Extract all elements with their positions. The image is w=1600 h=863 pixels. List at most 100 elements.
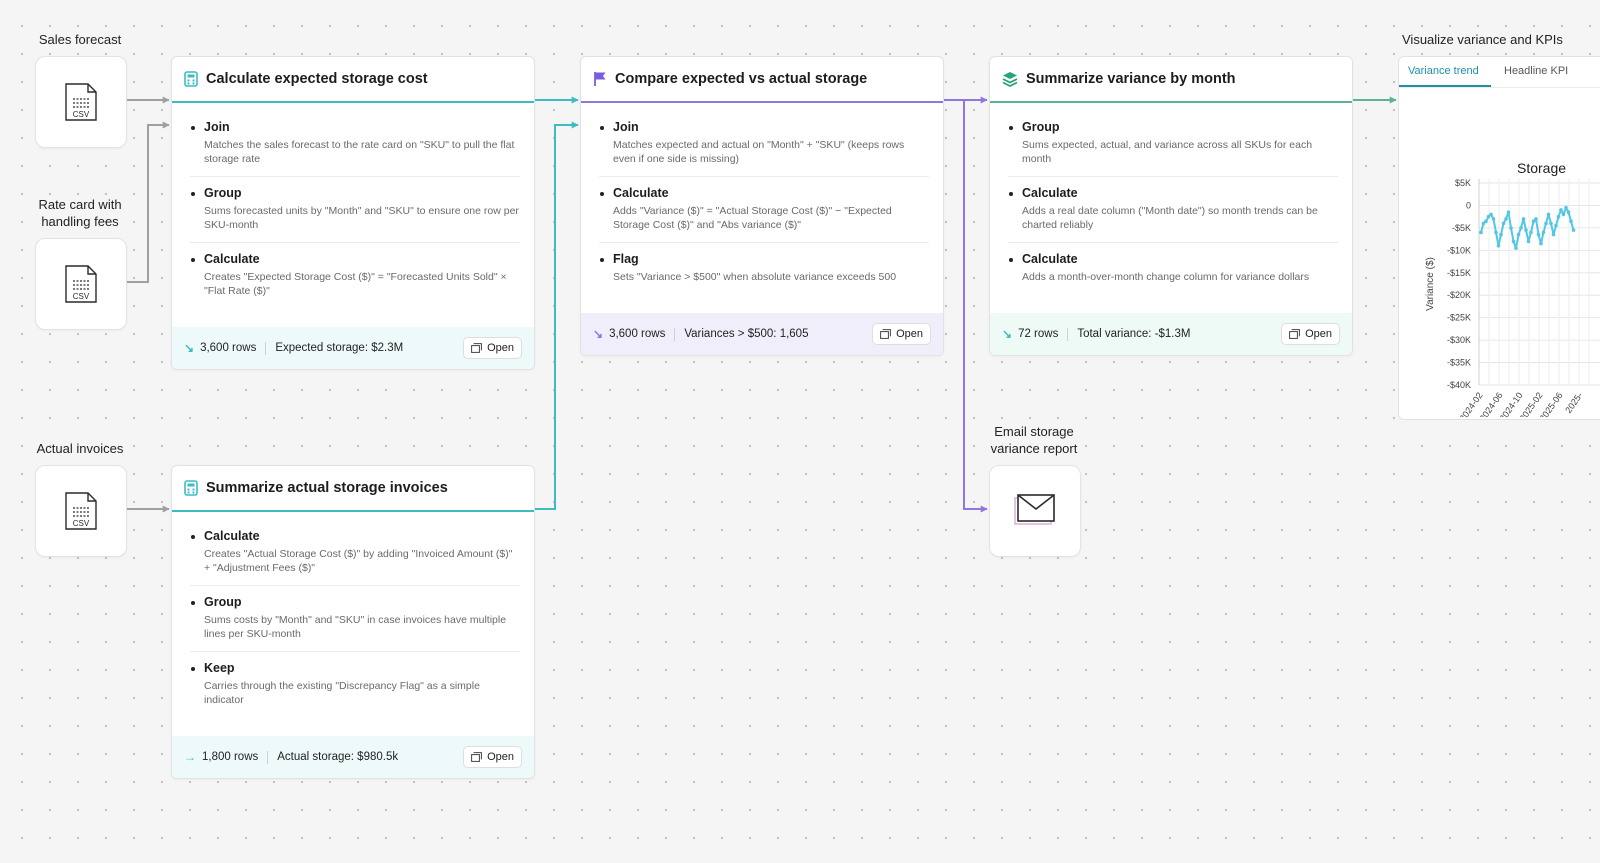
calculator-icon [184,480,198,496]
viz-panel[interactable]: Variance trend Headline KPI Storage Varia… [1398,56,1600,420]
data-point [1499,232,1503,237]
data-point [1541,230,1546,235]
data-point [1514,246,1518,250]
step-group: Group Sums costs by "Month" and "SKU" in … [190,586,520,652]
card-compare-storage[interactable]: Compare expected vs actual storage Join M… [580,56,944,356]
step-join: Join Matches expected and actual on "Mont… [599,111,929,177]
csv-file-icon: CSV [65,265,97,303]
variance-chart: Storage Variance ($) $5K 0 -$5K -$10K -$15K -$2… [1425,160,1600,417]
step-join: Join Matches the sales forecast to the ra… [190,111,520,177]
calculator-icon [184,71,198,87]
data-point [1501,221,1506,226]
metric-value: Variances > $500: 1,605 [684,328,809,340]
svg-text:CSV: CSV [73,519,90,528]
data-point [1484,219,1488,223]
row-count: 3,600 rows [200,342,257,354]
data-point [1516,232,1521,237]
data-point [1521,217,1526,221]
step-group: Group Sums forecasted units by "Month" an… [190,177,520,243]
card-header: Compare expected vs actual storage [581,57,943,101]
source-label-sales-forecast: Sales forecast [38,32,122,47]
csv-file-icon: CSV [65,83,97,121]
step-calculate: Calculate Adds "Variance ($)" = "Actual S… [599,177,929,243]
card-actual-storage[interactable]: Summarize actual storage invoices Calcul… [171,465,535,779]
y-tick-label: -$40K [1447,380,1471,390]
data-point [1549,221,1553,226]
source-rate-card[interactable]: CSV [35,238,127,330]
arrow-down-right-icon: ↘ [184,341,195,355]
envelope-icon [1014,494,1055,525]
row-count: 1,800 rows [202,751,259,763]
step-keep: Keep Carries through the existing "Discre… [190,652,520,717]
data-point [1561,212,1566,217]
data-point [1566,210,1571,214]
source-label-actual-invoices: Actual invoices [36,441,124,456]
arrow-right-icon: → [184,750,196,764]
step-calculate: Calculate Creates "Expected Storage Cost … [190,243,520,308]
data-point [1494,230,1498,235]
row-count: 3,600 rows [609,328,666,340]
email-node[interactable] [989,465,1081,557]
y-tick-label: 0 [1466,200,1471,210]
link-actual-to-compare [533,121,579,510]
card-title: Calculate expected storage cost [206,71,428,87]
y-axis-label: Variance ($) [1425,257,1436,311]
svg-text:CSV: CSV [73,292,90,301]
y-tick-label: -$35K [1447,358,1471,368]
data-point [1526,239,1531,244]
y-tick-label: -$5K [1452,223,1471,233]
open-button[interactable]: Open [463,337,522,359]
open-button[interactable]: Open [872,323,931,345]
open-button[interactable]: Open [463,746,522,768]
card-footer: ↘ 72 rows Total variance: -$1.3M Open [990,313,1352,355]
y-tick-label: -$25K [1447,313,1471,323]
data-point [1546,212,1551,217]
source-sales-forecast[interactable]: CSV [35,56,127,148]
data-point [1519,226,1523,230]
chart-title: Storage [1517,160,1566,176]
data-point [1556,214,1561,219]
viz-label: Visualize variance and KPIs [1402,32,1563,47]
step-flag: Flag Sets "Variance > $500" when absolute… [599,243,929,294]
card-footer: ↘ 3,600 rows Expected storage: $2.3M Ope… [172,327,534,369]
arrow-down-right-icon: ↘ [1002,327,1013,341]
row-count: 72 rows [1018,328,1059,340]
arrow-down-right-icon: ↘ [593,327,604,341]
data-point [1504,217,1508,221]
data-point [1551,232,1556,237]
data-point [1544,221,1548,226]
tab-variance-trend[interactable]: Variance trend [1408,65,1479,77]
y-tick-label: -$30K [1447,335,1471,345]
data-point [1569,219,1573,223]
data-point [1509,226,1513,230]
csv-file-icon: CSV [65,492,97,530]
data-point [1539,241,1543,246]
source-label-rate-card: Rate card with handling fees [38,197,122,229]
data-point [1564,205,1568,210]
tab-headline-kpi[interactable]: Headline KPI [1504,65,1568,77]
source-actual-invoices[interactable]: CSV [35,465,127,557]
y-tick-label: -$10K [1447,245,1471,255]
open-window-icon [471,752,482,762]
viz-tabs: Variance trend Headline KPI [1399,57,1600,88]
open-window-icon [1289,329,1300,339]
open-window-icon [471,343,482,353]
card-header: Summarize variance by month [990,57,1352,101]
data-point [1506,210,1511,214]
data-point [1511,239,1516,244]
open-button[interactable]: Open [1281,323,1340,345]
y-tick-label: -$20K [1447,290,1471,300]
y-tick-label: $5K [1455,178,1471,188]
data-point [1534,217,1538,221]
metric-value: Actual storage: $980.5k [277,751,399,763]
data-point [1571,228,1576,232]
card-expected-storage[interactable]: Calculate expected storage cost Join Matc… [171,56,535,370]
data-point [1524,228,1528,232]
svg-text:CSV: CSV [73,110,90,119]
email-label: Email storage variance report [990,424,1078,456]
card-variance-by-month[interactable]: Summarize variance by month Group Sums ex… [989,56,1353,356]
card-footer: → 1,800 rows Actual storage: $980.5k Ope… [172,736,534,778]
data-point [1536,232,1541,237]
data-point [1491,217,1496,221]
step-calculate: Calculate Adds a month-over-month change … [1008,243,1338,294]
